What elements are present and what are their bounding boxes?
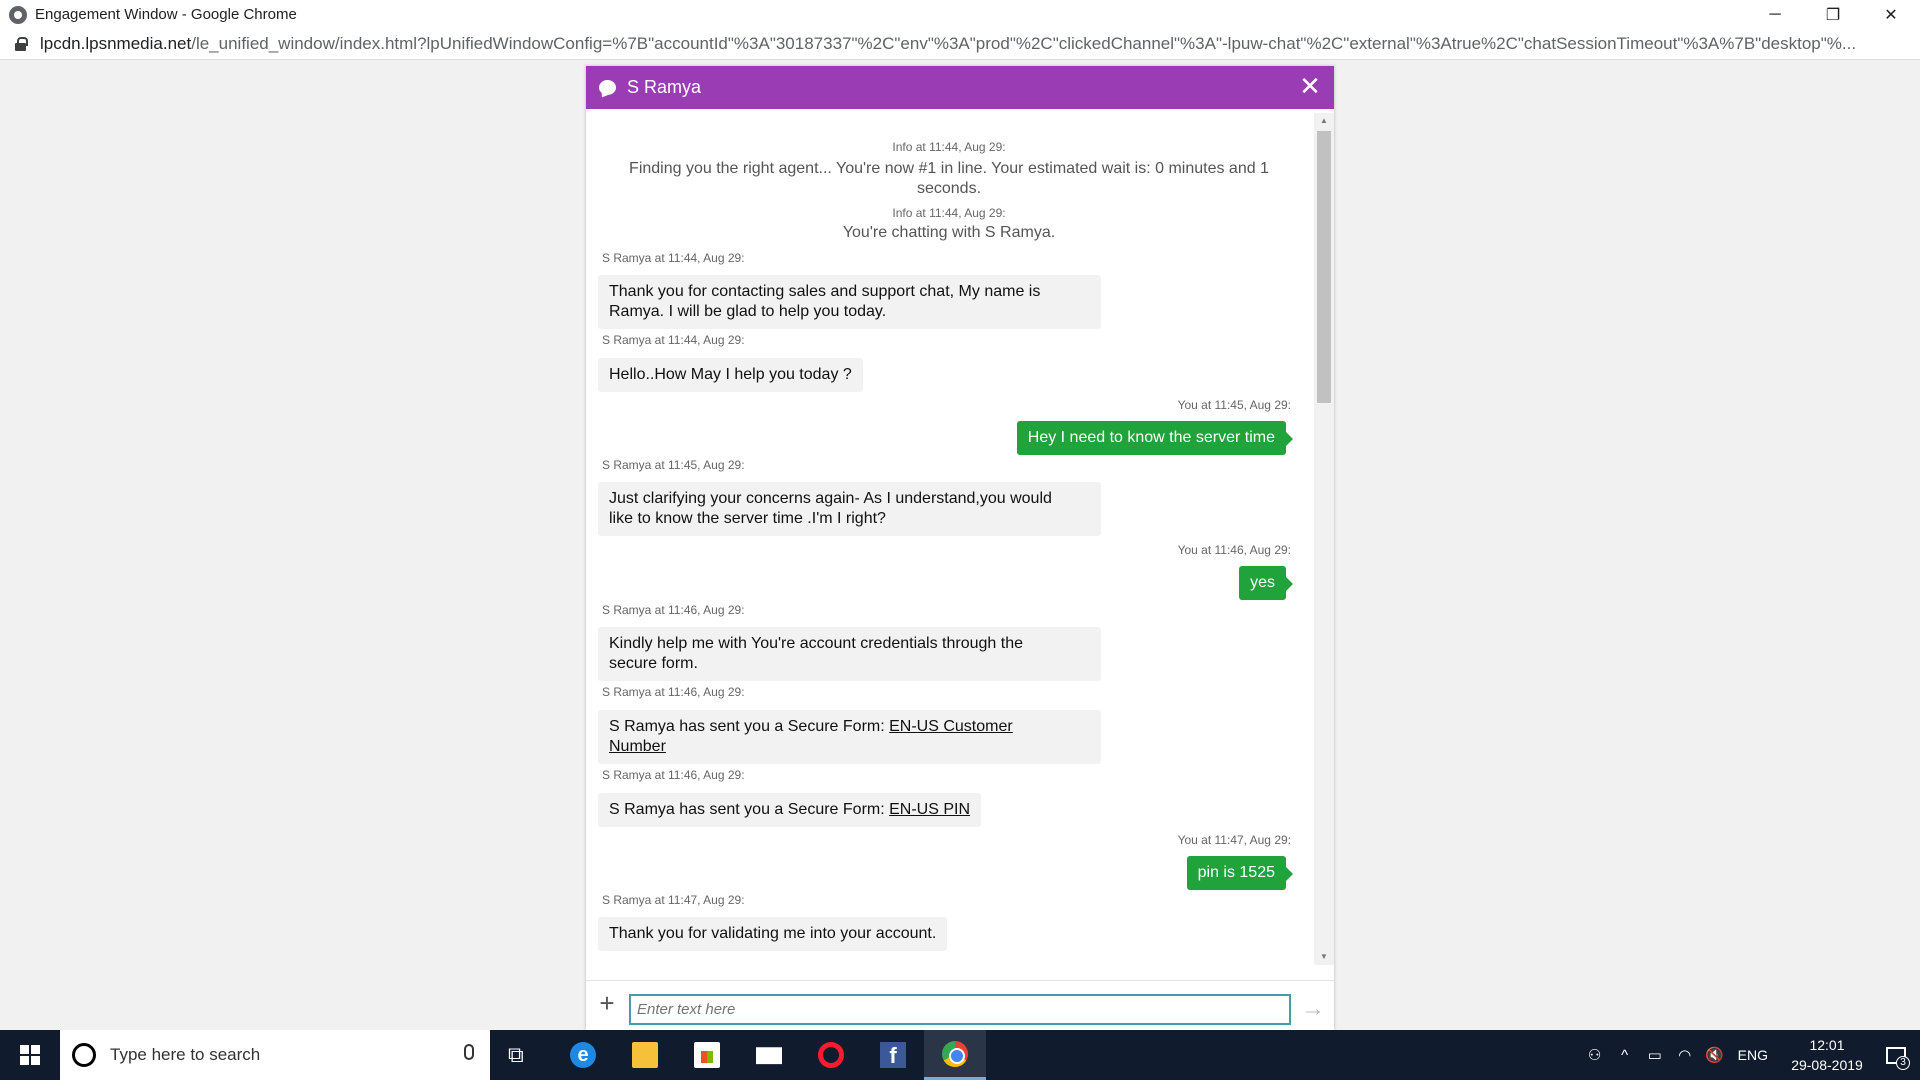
store-icon (694, 1042, 720, 1068)
chevron-up-icon[interactable]: ^ (1610, 1047, 1640, 1064)
agent-message: Kindly help me with You're account crede… (598, 627, 1101, 681)
browser-title-bar: Engagement Window - Google Chrome ─ ❐ ✕ (0, 0, 1920, 29)
chat-window: S Ramya ✕ Info at 11:44, Aug 29: Finding… (586, 66, 1334, 1030)
task-view-button[interactable]: ⧉ (490, 1030, 552, 1080)
windows-taskbar: Type here to search ⧉ e f ⚇ ^ ▭ ◠ 🔇 ENG … (0, 1030, 1920, 1080)
agent-timestamp: S Ramya at 11:46, Aug 29: (602, 768, 745, 782)
agent-timestamp: S Ramya at 11:46, Aug 29: (602, 603, 745, 617)
message-line: like to know the server time .I'm I righ… (609, 510, 886, 527)
chat-bubble-icon (599, 80, 616, 95)
scroll-up-arrow-icon[interactable]: ▲ (1314, 113, 1334, 129)
user-message: Hey I need to know the server time (1016, 421, 1294, 455)
message-line: secure form. (609, 655, 698, 672)
clock-time: 12:01 (1809, 1037, 1845, 1053)
taskbar-mail[interactable] (738, 1030, 800, 1080)
scroll-down-arrow-icon[interactable]: ▼ (1314, 949, 1334, 965)
message-line: Ramya. I will be glad to help you today. (609, 303, 887, 320)
clock-date: 29-08-2019 (1791, 1057, 1863, 1073)
taskbar-facebook[interactable]: f (862, 1030, 924, 1080)
restore-button[interactable]: ❐ (1804, 0, 1862, 29)
agent-message: Thank you for contacting sales and suppo… (598, 275, 1101, 329)
url-host: lpcdn.lpsnmedia.net (40, 34, 192, 53)
message-line: S Ramya has sent you a Secure Form: EN-U… (609, 717, 1090, 737)
message-line: Kindly help me with You're account crede… (609, 635, 1023, 652)
transcript-scrollbar[interactable]: ▲ ▼ (1314, 113, 1334, 965)
user-timestamp: You at 11:45, Aug 29: (1177, 398, 1291, 412)
url-path: /le_unified_window/index.html?lpUnifiedW… (191, 34, 1857, 53)
secure-form-prefix: S Ramya has sent you a Secure Form: (609, 801, 890, 818)
agent-timestamp: S Ramya at 11:45, Aug 29: (602, 458, 745, 472)
agent-message: Just clarifying your concerns again- As … (598, 482, 1101, 536)
window-title: Engagement Window - Google Chrome (35, 6, 297, 23)
info-timestamp: Info at 11:44, Aug 29: (892, 140, 1006, 154)
message-line: Thank you for contacting sales and suppo… (609, 283, 1041, 300)
user-timestamp: You at 11:46, Aug 29: (1177, 543, 1291, 557)
info-message: Finding you the right agent... You're no… (629, 160, 1269, 197)
user-message: pin is 1525 (1186, 856, 1294, 890)
send-arrow-icon[interactable]: → (1299, 995, 1327, 1023)
taskbar-chrome[interactable] (924, 1030, 986, 1080)
wifi-icon[interactable]: ◠ (1670, 1046, 1700, 1064)
agent-message: S Ramya has sent you a Secure Form: EN-U… (598, 710, 1101, 764)
close-icon[interactable]: ✕ (1298, 73, 1322, 99)
agent-timestamp: S Ramya at 11:44, Aug 29: (602, 333, 745, 347)
agent-message: S Ramya has sent you a Secure Form: EN-U… (598, 793, 982, 827)
agent-timestamp: S Ramya at 11:44, Aug 29: (602, 251, 745, 265)
secure-form-link[interactable]: EN-US Customer (889, 718, 1013, 735)
taskbar-opera[interactable] (800, 1030, 862, 1080)
secure-form-prefix: S Ramya has sent you a Secure Form: (609, 718, 890, 735)
folder-icon (632, 1042, 658, 1068)
mail-icon (756, 1047, 782, 1065)
taskbar-edge[interactable]: e (552, 1030, 614, 1080)
secure-form-link[interactable]: EN-US PIN (889, 801, 970, 818)
minimize-button[interactable]: ─ (1746, 0, 1804, 29)
user-timestamp: You at 11:47, Aug 29: (1177, 833, 1291, 847)
agent-timestamp: S Ramya at 11:46, Aug 29: (602, 685, 745, 699)
start-button[interactable] (0, 1030, 60, 1080)
battery-icon[interactable]: ▭ (1640, 1046, 1670, 1064)
chrome-icon (942, 1040, 968, 1067)
search-placeholder: Type here to search (110, 1045, 261, 1064)
edge-icon: e (570, 1042, 596, 1068)
opera-icon (818, 1042, 844, 1068)
windows-logo-icon (20, 1045, 40, 1065)
info-timestamp: Info at 11:44, Aug 29: (892, 206, 1006, 220)
agent-timestamp: S Ramya at 11:47, Aug 29: (602, 893, 745, 907)
chat-header: S Ramya ✕ (586, 66, 1334, 109)
agent-message: Hello..How May I help you today ? (598, 358, 863, 392)
clock[interactable]: 12:01 29-08-2019 (1782, 1035, 1872, 1075)
people-icon[interactable]: ⚇ (1580, 1046, 1610, 1064)
info-message: You're chatting with S Ramya. (842, 224, 1056, 241)
volume-muted-icon[interactable]: 🔇 (1700, 1046, 1730, 1064)
scrollbar-thumb[interactable] (1317, 131, 1331, 403)
facebook-icon: f (880, 1042, 906, 1068)
notification-count: 3 (1896, 1056, 1910, 1070)
taskbar-file-explorer[interactable] (614, 1030, 676, 1080)
url-text[interactable]: lpcdn.lpsnmedia.net/le_unified_window/in… (40, 34, 1890, 54)
chrome-app-icon (9, 5, 27, 24)
taskbar-search-box[interactable]: Type here to search (60, 1030, 490, 1080)
agent-name: S Ramya (627, 77, 702, 97)
window-controls: ─ ❐ ✕ (1746, 0, 1920, 29)
message-line: Number (609, 737, 1090, 757)
language-indicator[interactable]: ENG (1738, 1047, 1768, 1063)
task-view-icon: ⧉ (508, 1042, 524, 1067)
message-composer: + → (586, 980, 1334, 1030)
chat-transcript[interactable]: Info at 11:44, Aug 29: Finding you the r… (586, 109, 1312, 963)
cortana-icon (72, 1043, 96, 1067)
microphone-icon[interactable] (464, 1044, 474, 1060)
taskbar-store[interactable] (676, 1030, 738, 1080)
secure-form-link[interactable]: Number (609, 738, 666, 755)
agent-message: Thank you for validating me into your ac… (598, 917, 948, 951)
message-line: Just clarifying your concerns again- As … (609, 490, 1052, 507)
message-input[interactable] (629, 994, 1291, 1025)
system-tray: ⚇ ^ ▭ ◠ 🔇 ENG 12:01 29-08-2019 3 (1580, 1030, 1920, 1080)
lock-icon[interactable] (15, 37, 28, 51)
action-center-button[interactable]: 3 (1872, 1030, 1920, 1080)
address-bar[interactable]: lpcdn.lpsnmedia.net/le_unified_window/in… (0, 29, 1920, 60)
close-window-button[interactable]: ✕ (1862, 0, 1920, 29)
plus-icon[interactable]: + (596, 990, 618, 1016)
user-message: yes (1239, 566, 1293, 600)
